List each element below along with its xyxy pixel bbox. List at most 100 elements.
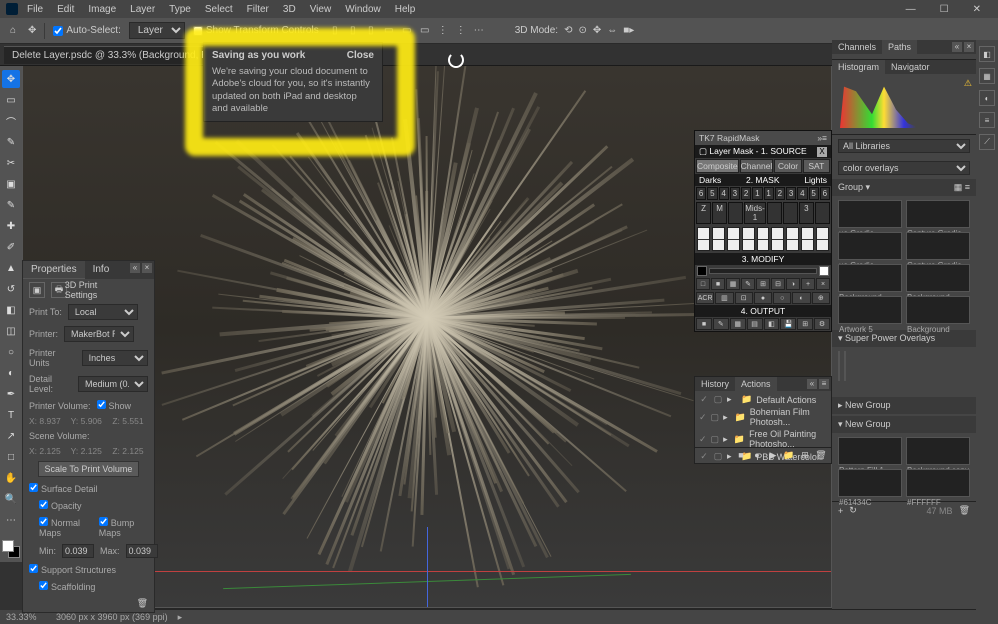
brush-tool[interactable]: ✐ [2, 238, 20, 256]
bump-max-input[interactable] [126, 544, 158, 558]
align-left-icon[interactable]: ▯ [327, 23, 343, 39]
auto-select-dropdown[interactable]: Layer [129, 22, 185, 39]
menu-image[interactable]: Image [83, 2, 121, 17]
panel-collapse-icon[interactable]: « [130, 263, 140, 273]
library-item[interactable]: Artwork 5 [838, 296, 902, 324]
heal-tool[interactable]: ✚ [2, 217, 20, 235]
library-item[interactable]: Background [906, 296, 970, 324]
bump-min-input[interactable] [62, 544, 94, 558]
rm-zone-btn[interactable]: 4 [719, 187, 729, 200]
actions-new-icon[interactable]: ⊞ [799, 450, 811, 461]
rm-mod-b[interactable]: ▥ [715, 292, 733, 304]
move-tool-icon[interactable]: ✥ [28, 25, 36, 36]
window-minimize[interactable]: — [901, 2, 921, 17]
menu-layer[interactable]: Layer [125, 2, 160, 17]
rm-mod-3[interactable]: ▦ [726, 278, 740, 290]
zoom-tool[interactable]: 🔍 [2, 490, 20, 508]
orbit-icon[interactable]: ⟲ [564, 25, 572, 36]
rm-sat-btn[interactable]: SAT [803, 159, 830, 173]
support-checkbox[interactable]: Support Structures [29, 564, 116, 575]
rm-zone-btn[interactable]: 6 [820, 187, 830, 200]
library-item[interactable]: Pattern Fill 1 [838, 437, 902, 465]
lib-section-newgroup2[interactable]: ▾ New Group [832, 416, 976, 433]
tab-info[interactable]: Info [85, 261, 118, 279]
histogram-warning-icon[interactable]: ⚠ [964, 78, 972, 89]
auto-select-checkbox[interactable]: Auto-Select: [53, 25, 120, 36]
rm-zone-btn[interactable]: 5 [809, 187, 819, 200]
library-item[interactable]: ue Gradie... [838, 232, 902, 260]
rm-out-8[interactable]: ⚙ [814, 318, 830, 330]
library-item[interactable]: #61434C [838, 469, 902, 497]
dock-paths-icon[interactable]: ⟋ [979, 134, 995, 150]
rm-zone-btn[interactable] [767, 202, 782, 224]
history-brush-tool[interactable]: ↺ [2, 280, 20, 298]
rm-zone-btn[interactable]: 6 [696, 187, 706, 200]
rm-mod-g[interactable]: ⊕ [812, 292, 830, 304]
detail-dropdown[interactable]: Medium (0.0049in) [78, 376, 148, 392]
align-center-h-icon[interactable]: ▯ [345, 23, 361, 39]
rm-mod-d[interactable]: ● [754, 292, 772, 304]
rm-out-3[interactable]: ▦ [730, 318, 746, 330]
library-item[interactable]: #FFFFFF [906, 469, 970, 497]
library-item[interactable]: Background [844, 351, 846, 381]
hand-tool[interactable]: ✋ [2, 469, 20, 487]
rm-zone-btn[interactable]: 3 [730, 187, 740, 200]
rm-channel-btn[interactable]: Channel [740, 159, 774, 173]
rm-zone-btn[interactable]: 2 [741, 187, 751, 200]
distribute-icon-2[interactable]: ⋮ [453, 23, 469, 39]
dodge-tool[interactable]: ◐ [2, 364, 20, 382]
rm-mod-8[interactable]: + [801, 278, 815, 290]
align-right-icon[interactable]: ▯ [363, 23, 379, 39]
rm-source-close[interactable]: X [817, 147, 827, 157]
gradient-tool[interactable]: ◫ [2, 322, 20, 340]
rm-zone-btn[interactable] [728, 202, 743, 224]
normal-maps-checkbox[interactable]: Normal Maps [39, 517, 93, 538]
dock-layers-icon[interactable]: ≡ [979, 112, 995, 128]
rm-mod-4[interactable]: ✎ [741, 278, 755, 290]
tab-channels[interactable]: Channels [832, 40, 882, 54]
actions-menu-icon[interactable]: ≡ [819, 379, 829, 389]
rm-zone-btn[interactable]: 5 [707, 187, 717, 200]
rm-zone-btn[interactable] [815, 202, 830, 224]
rm-zone-btn[interactable]: 2 [775, 187, 785, 200]
rm-darks-label[interactable]: Darks [699, 175, 721, 185]
tab-actions[interactable]: Actions [735, 377, 777, 391]
window-maximize[interactable]: ☐ [935, 2, 954, 17]
type-tool[interactable]: T [2, 406, 20, 424]
pan-icon[interactable]: ✥ [593, 25, 601, 36]
marquee-tool[interactable]: ▭ [2, 91, 20, 109]
actions-folder-icon[interactable]: 📁 [783, 450, 795, 461]
align-middle-icon[interactable]: ▭ [399, 23, 415, 39]
zoom-icon[interactable]: ■▸ [623, 25, 634, 36]
tooltip-close[interactable]: Close [347, 49, 374, 62]
rm-mod-f[interactable]: ◐ [792, 292, 810, 304]
status-arrow-icon[interactable]: ▸ [178, 612, 183, 623]
rm-black-swatch[interactable] [697, 266, 707, 276]
print-to-dropdown[interactable]: Local [68, 304, 138, 320]
libraries-search[interactable]: color overlays [838, 161, 970, 175]
rm-mod-e[interactable]: ○ [773, 292, 791, 304]
lib-grid-icon[interactable]: ▦ [954, 182, 963, 192]
action-set[interactable]: ✓▢▸📁Default Actions [695, 393, 831, 406]
slide-icon[interactable]: ⇔ [607, 25, 617, 36]
lib-add-icon[interactable]: + [838, 506, 843, 516]
menu-type[interactable]: Type [164, 2, 196, 17]
rm-mod-c[interactable]: ⊡ [735, 292, 753, 304]
library-item[interactable]: Background [838, 264, 902, 292]
rm-zone-btn[interactable]: 3 [799, 202, 814, 224]
rm-lights-label[interactable]: Lights [804, 175, 827, 185]
library-item[interactable]: Capture Gradie... [906, 232, 970, 260]
rm-mod-2[interactable]: ■ [711, 278, 725, 290]
tab-navigator[interactable]: Navigator [885, 60, 936, 74]
rm-out-7[interactable]: ⊞ [797, 318, 813, 330]
eraser-tool[interactable]: ◧ [2, 301, 20, 319]
rm-out-4[interactable]: ▤ [747, 318, 763, 330]
actions-stop-icon[interactable]: ■ [735, 450, 747, 461]
window-close[interactable]: ✕ [968, 2, 986, 17]
3d-mesh-icon[interactable]: ▣ [29, 282, 45, 298]
rm-zone-btn[interactable]: 1 [752, 187, 762, 200]
library-item[interactable]: MASTER OVERL... [838, 351, 840, 381]
path-tool[interactable]: ↗ [2, 427, 20, 445]
actions-record-icon[interactable]: ● [751, 450, 763, 461]
align-bottom-icon[interactable]: ▭ [417, 23, 433, 39]
